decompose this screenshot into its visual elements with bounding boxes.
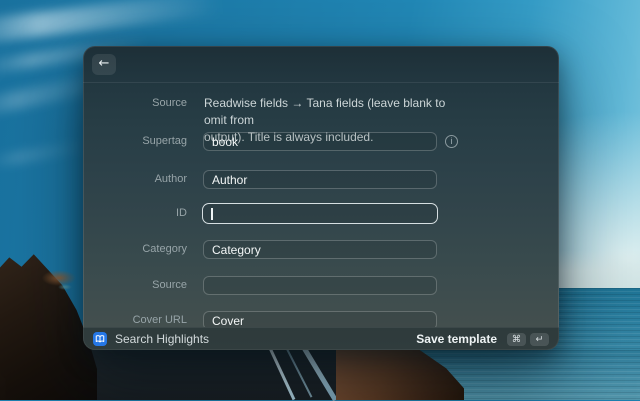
cliff-glint [58,284,72,290]
window-footer: Search Highlights Save template ⌘ ↵ [83,327,559,350]
command-name: Search Highlights [115,332,209,346]
supertag-input[interactable]: book [203,132,437,151]
cover-url-input[interactable]: Cover [203,311,437,327]
field-label-id: ID [83,203,187,224]
id-input[interactable] [202,203,438,224]
field-label-category: Category [83,240,187,259]
footer-left: Search Highlights [93,332,209,346]
form-row-cover-url: Cover URL Cover [83,311,559,327]
back-button[interactable]: ← [92,54,116,75]
raycast-window: ← Source Readwise fields → Tana fields (… [83,46,559,350]
info-icon[interactable]: i [445,135,458,148]
field-label-source: Source [83,276,187,295]
footer-right: Save template ⌘ ↵ [416,332,549,346]
form-row-id: ID [83,203,559,224]
category-value: Category [212,243,261,257]
supertag-value: book [212,135,238,149]
field-label-cover-url: Cover URL [83,311,187,327]
author-input[interactable]: Author [203,170,437,189]
cover-url-value: Cover [212,314,244,328]
readwise-book-icon [93,332,107,346]
form-body: Source Readwise fields → Tana fields (le… [83,84,559,327]
field-label-source-description: Source [83,95,187,112]
source-input[interactable] [203,276,437,295]
command-key-icon: ⌘ [507,333,526,346]
field-label-author: Author [83,170,187,189]
window-header: ← [83,46,559,83]
form-row-author: Author Author [83,170,559,189]
form-row-description: Source Readwise fields → Tana fields (le… [83,95,559,129]
author-value: Author [212,173,247,187]
field-label-supertag: Supertag [83,132,187,151]
form-row-supertag: Supertag book i [83,132,559,151]
save-template-button[interactable]: Save template [416,332,497,346]
text-cursor [211,208,213,220]
form-row-source: Source [83,276,559,295]
back-arrow-icon: ← [99,54,110,74]
return-key-icon: ↵ [530,333,549,346]
description-line-1: Readwise fields → Tana fields (leave bla… [204,96,445,127]
category-input[interactable]: Category [203,240,437,259]
form-row-category: Category Category [83,240,559,259]
